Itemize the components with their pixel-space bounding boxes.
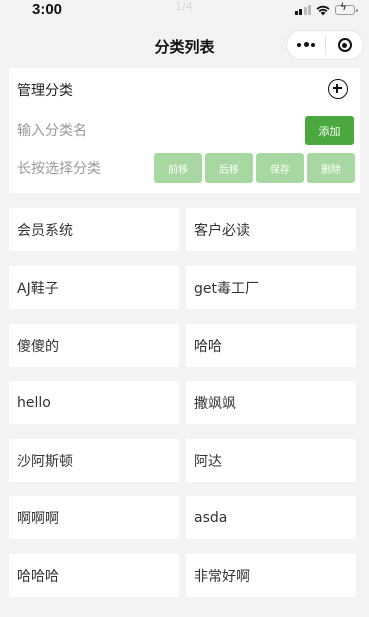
category-item[interactable]: AJ鞋子: [9, 266, 179, 309]
category-item[interactable]: 傻傻的: [9, 324, 179, 367]
category-item[interactable]: 会员系统: [9, 208, 179, 251]
move-forward-button[interactable]: 前移: [154, 153, 202, 183]
wifi-icon: [316, 5, 330, 15]
category-item[interactable]: 啊啊啊: [9, 496, 179, 539]
category-item[interactable]: 撒飒飒: [186, 381, 356, 424]
operation-buttons: 前移 后移 保存 删除: [154, 153, 355, 183]
status-center-text: 1/4: [175, 0, 193, 13]
category-item[interactable]: hello: [9, 381, 179, 424]
status-bar: 3:00 1/4 ϟ: [0, 0, 369, 22]
manage-title: 管理分类: [17, 83, 73, 99]
category-item[interactable]: 非常好啊: [186, 554, 356, 597]
mini-program-capsule: [286, 30, 364, 60]
category-item[interactable]: 哈哈: [186, 324, 356, 367]
category-item[interactable]: 沙阿斯顿: [9, 439, 179, 482]
long-press-hint: 长按选择分类: [17, 161, 101, 177]
target-icon: [337, 38, 352, 52]
delete-button[interactable]: 删除: [307, 153, 355, 183]
save-button[interactable]: 保存: [256, 153, 304, 183]
move-backward-button[interactable]: 后移: [205, 153, 253, 183]
category-item[interactable]: asda: [186, 496, 356, 539]
more-icon[interactable]: [287, 42, 325, 48]
add-button[interactable]: 添加: [305, 116, 354, 145]
category-item[interactable]: 客户必读: [186, 208, 356, 251]
status-time: 3:00: [32, 1, 63, 18]
category-item[interactable]: 阿达: [186, 439, 356, 482]
category-item[interactable]: 哈哈哈: [9, 554, 179, 597]
close-target-button[interactable]: [326, 38, 363, 52]
category-name-input[interactable]: [17, 120, 277, 142]
plus-circle-icon[interactable]: [328, 79, 348, 99]
signal-icon: [294, 5, 311, 15]
status-icons: ϟ: [294, 3, 358, 16]
battery-icon: ϟ: [335, 3, 358, 15]
manage-panel: 管理分类 添加 长按选择分类 前移 后移 保存 删除: [9, 68, 360, 193]
category-item[interactable]: get毒工厂: [186, 266, 356, 309]
